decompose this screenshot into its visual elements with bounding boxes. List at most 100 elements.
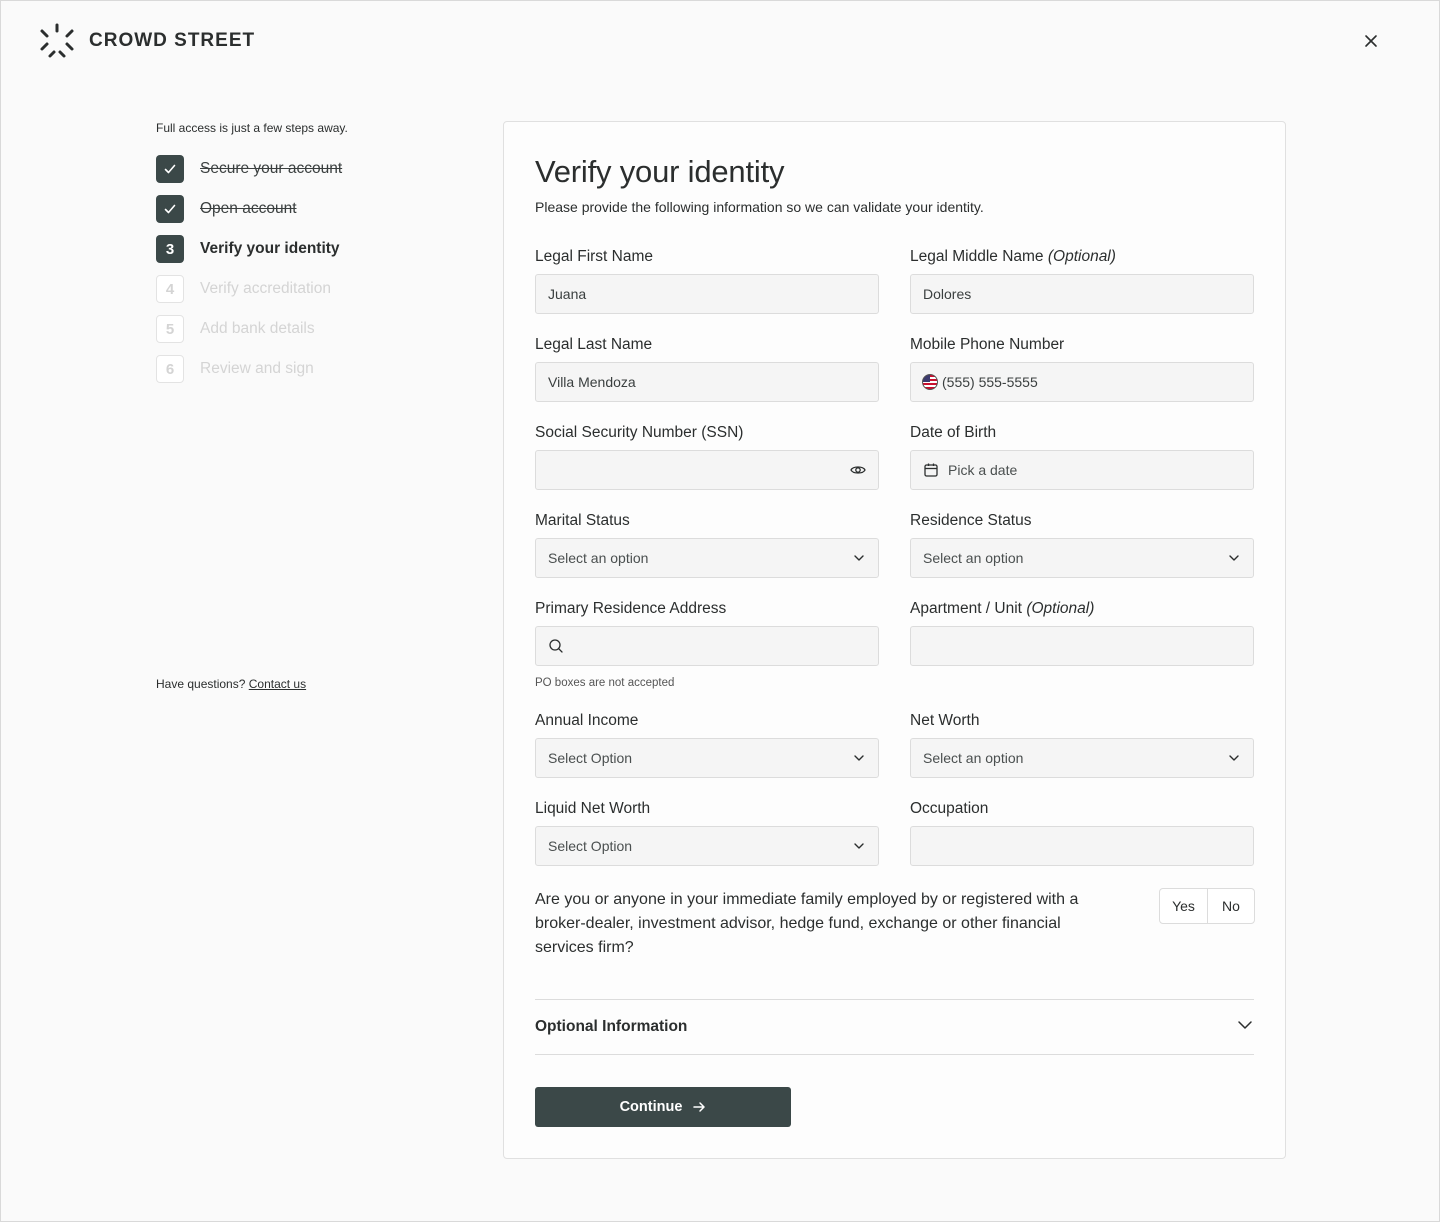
step-label: Verify your identity <box>200 240 340 257</box>
dob-label: Date of Birth <box>910 424 997 441</box>
optional-information-label: Optional Information <box>535 1018 688 1035</box>
first-name-value: Juana <box>548 286 587 302</box>
annual-income-label: Annual Income <box>535 712 639 729</box>
calendar-icon <box>923 462 939 478</box>
address-label: Primary Residence Address <box>535 600 727 617</box>
marital-status-label: Marital Status <box>535 512 630 529</box>
step-label: Add bank details <box>200 320 315 337</box>
address-field: Primary Residence Address PO boxes are n… <box>535 598 879 689</box>
middle-name-label: Legal Middle Name (Optional) <box>910 246 1254 268</box>
first-name-input[interactable]: Juana <box>535 274 879 314</box>
liquid-net-worth-field: Liquid Net Worth Select Option <box>535 798 879 866</box>
no-button[interactable]: No <box>1207 889 1254 923</box>
optional-tag: (Optional) <box>1026 600 1095 617</box>
step-verify-accreditation: 4 Verify accreditation <box>156 269 456 309</box>
occupation-input[interactable] <box>910 826 1254 866</box>
chevron-down-icon <box>1236 1016 1254 1039</box>
us-flag-icon[interactable] <box>922 374 938 390</box>
continue-label: Continue <box>619 1099 683 1115</box>
help-text: Have questions? Contact us <box>156 677 306 691</box>
step-number-badge: 6 <box>156 355 184 383</box>
middle-name-field: Legal Middle Name (Optional) Dolores <box>910 246 1254 314</box>
finra-yes-no-toggle: Yes No <box>1159 888 1255 924</box>
apartment-field: Apartment / Unit (Optional) <box>910 598 1254 666</box>
occupation-field: Occupation <box>910 798 1254 866</box>
last-name-label: Legal Last Name <box>535 336 653 353</box>
search-icon <box>548 638 564 654</box>
dob-field: Date of Birth Pick a date <box>910 422 1254 490</box>
liquid-net-worth-select[interactable]: Select Option <box>535 826 879 866</box>
dob-input[interactable]: Pick a date <box>910 450 1254 490</box>
residence-status-field: Residence Status Select an option <box>910 510 1254 578</box>
address-hint: PO boxes are not accepted <box>535 677 675 689</box>
close-button[interactable] <box>1359 29 1383 53</box>
step-check-badge <box>156 155 184 183</box>
net-worth-select[interactable]: Select an option <box>910 738 1254 778</box>
middle-name-value: Dolores <box>923 286 972 302</box>
step-open-account: Open account <box>156 189 456 229</box>
residence-status-select[interactable]: Select an option <box>910 538 1254 578</box>
help-question: Have questions? <box>156 677 246 691</box>
chevron-down-icon <box>852 839 866 853</box>
net-worth-placeholder: Select an option <box>923 750 1024 766</box>
step-check-badge <box>156 195 184 223</box>
apartment-label: Apartment / Unit (Optional) <box>910 598 1254 620</box>
step-label: Review and sign <box>200 360 314 377</box>
check-icon <box>164 204 176 214</box>
marital-status-placeholder: Select an option <box>548 550 649 566</box>
first-name-field: Legal First Name Juana <box>535 246 879 314</box>
chevron-down-icon <box>852 751 866 765</box>
contact-us-link[interactable]: Contact us <box>249 677 306 691</box>
annual-income-field: Annual Income Select Option <box>535 710 879 778</box>
page-title: Verify your identity <box>535 154 785 189</box>
net-worth-label: Net Worth <box>910 712 980 729</box>
step-verify-identity: 3 Verify your identity <box>156 229 456 269</box>
brand-logo[interactable]: CROWD STREET <box>39 23 255 59</box>
check-icon <box>164 164 176 174</box>
phone-input[interactable]: (555) 555-5555 <box>910 362 1254 402</box>
optional-information-accordion[interactable]: Optional Information <box>535 999 1254 1055</box>
identity-form-card: Verify your identity Please provide the … <box>503 121 1286 1159</box>
step-secure-account: Secure your account <box>156 149 456 189</box>
annual-income-select[interactable]: Select Option <box>535 738 879 778</box>
phone-value: (555) 555-5555 <box>942 374 1038 390</box>
last-name-input[interactable]: Villa Mendoza <box>535 362 879 402</box>
chevron-down-icon <box>1227 751 1241 765</box>
brand-name: CROWD STREET <box>89 30 256 51</box>
step-label: Secure your account <box>200 160 343 177</box>
apartment-label-text: Apartment / Unit <box>910 600 1022 617</box>
arrow-right-icon <box>693 1102 706 1112</box>
marital-status-field: Marital Status Select an option <box>535 510 879 578</box>
phone-label: Mobile Phone Number <box>910 336 1065 353</box>
marital-status-select[interactable]: Select an option <box>535 538 879 578</box>
chevron-down-icon <box>1227 551 1241 565</box>
middle-name-input[interactable]: Dolores <box>910 274 1254 314</box>
net-worth-field: Net Worth Select an option <box>910 710 1254 778</box>
yes-button[interactable]: Yes <box>1160 889 1207 923</box>
close-icon <box>1365 35 1377 47</box>
continue-button[interactable]: Continue <box>535 1087 791 1127</box>
crowdstreet-logo-icon <box>40 23 74 58</box>
step-number-badge: 5 <box>156 315 184 343</box>
step-review-and-sign: 6 Review and sign <box>156 349 456 389</box>
first-name-label: Legal First Name <box>535 248 654 265</box>
apartment-input[interactable] <box>910 626 1254 666</box>
ssn-label: Social Security Number (SSN) <box>535 424 744 441</box>
address-input[interactable] <box>535 626 879 666</box>
step-number-badge: 4 <box>156 275 184 303</box>
liquid-net-worth-label: Liquid Net Worth <box>535 800 651 817</box>
progress-intro: Full access is just a few steps away. <box>156 121 348 135</box>
annual-income-placeholder: Select Option <box>548 750 633 766</box>
ssn-input[interactable] <box>535 450 879 490</box>
step-label: Open account <box>200 200 297 217</box>
phone-field: Mobile Phone Number (555) 555-5555 <box>910 334 1254 402</box>
optional-tag: (Optional) <box>1047 248 1116 265</box>
eye-icon[interactable] <box>850 462 866 478</box>
occupation-label: Occupation <box>910 800 989 817</box>
progress-sidebar: Full access is just a few steps away. Se… <box>156 121 456 389</box>
step-number-badge: 3 <box>156 235 184 263</box>
liquid-net-worth-placeholder: Select Option <box>548 838 633 854</box>
ssn-field: Social Security Number (SSN) <box>535 422 879 490</box>
step-add-bank-details: 5 Add bank details <box>156 309 456 349</box>
dob-placeholder: Pick a date <box>948 462 1018 478</box>
